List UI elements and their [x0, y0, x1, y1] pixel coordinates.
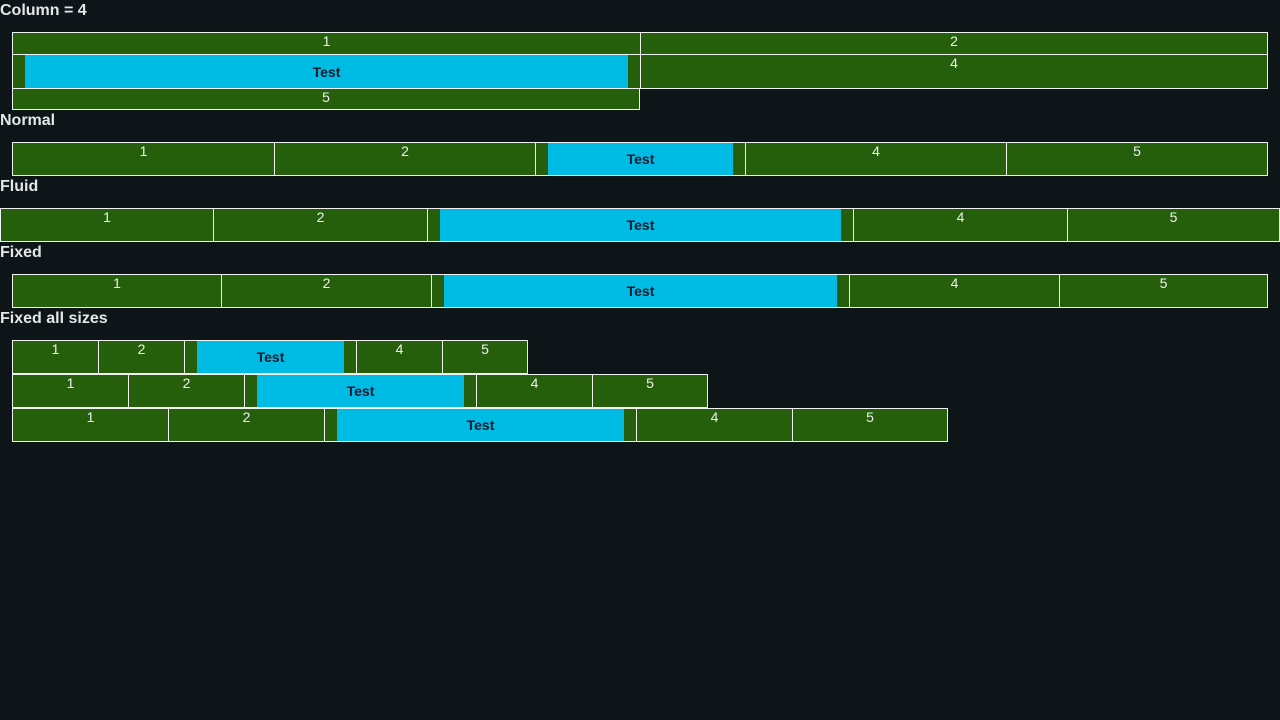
section-title-fixed-all-sizes: Fixed all sizes — [0, 310, 108, 327]
cell-label: 1 — [103, 209, 111, 225]
cell-label: 5 — [1169, 209, 1178, 225]
grid-cell-5: 5 — [1067, 208, 1280, 242]
cell-label: 2 — [401, 143, 409, 159]
cell-label: 2 — [950, 33, 958, 49]
cell-label: 5 — [866, 409, 874, 425]
grid-cell-2: 2 — [128, 374, 245, 408]
grid-cell-5: 5 — [1059, 274, 1268, 308]
grid-cell-3: Test — [431, 274, 850, 308]
grid-cell-4: 4 — [853, 208, 1068, 242]
cell-label: 4 — [872, 143, 880, 159]
grid-cell-1: 1 — [12, 32, 641, 55]
cell-label: 5 — [322, 89, 330, 105]
test-block: Test — [440, 209, 841, 241]
section-title-normal: Normal — [0, 112, 56, 129]
cell-label: 2 — [137, 341, 146, 357]
cell-label: 1 — [322, 33, 331, 49]
cell-label: 4 — [710, 409, 719, 425]
grid-cell-3: Test — [324, 408, 637, 442]
cell-label: 2 — [182, 375, 191, 391]
grid-cell-5: 5 — [792, 408, 948, 442]
grid-cell-1: 1 — [12, 408, 169, 442]
grid-cell-4: 4 — [356, 340, 443, 374]
test-block: Test — [444, 275, 837, 307]
grid-cell-1: 1 — [0, 208, 214, 242]
grid-cell-3: Test — [535, 142, 746, 176]
grid-cell-4: 4 — [640, 54, 1268, 89]
cell-label: 5 — [1133, 143, 1141, 159]
cell-label: 4 — [530, 375, 539, 391]
cell-label: 5 — [646, 375, 654, 391]
grid-cell-2: 2 — [98, 340, 185, 374]
grid-cell-5: 5 — [1006, 142, 1268, 176]
grid-cell-1: 1 — [12, 340, 99, 374]
grid-cell-2: 2 — [274, 142, 536, 176]
cell-label: 4 — [950, 55, 958, 71]
grid-cell-3: Test — [427, 208, 854, 242]
cell-label: 4 — [395, 341, 404, 357]
cell-label: 2 — [242, 409, 251, 425]
grid-cell-5: 5 — [592, 374, 708, 408]
grid-cell-4: 4 — [745, 142, 1007, 176]
grid-cell-4: 4 — [849, 274, 1060, 308]
section-title-fluid: Fluid — [0, 178, 39, 195]
cell-label: 1 — [66, 375, 75, 391]
grid-cell-3: Test — [244, 374, 477, 408]
grid-cell-4: 4 — [476, 374, 593, 408]
grid-cell-1: 1 — [12, 274, 222, 308]
grid-cell-2: 2 — [221, 274, 432, 308]
test-block: Test — [25, 55, 628, 88]
section-title-fixed: Fixed — [0, 244, 42, 261]
grid-cell-2: 2 — [213, 208, 428, 242]
test-block: Test — [548, 143, 733, 175]
grid-cell-2: 2 — [640, 32, 1268, 55]
grid-cell-1: 1 — [12, 142, 275, 176]
section-title-column-4: Column = 4 — [0, 2, 87, 19]
grid-cell-5: 5 — [12, 88, 640, 110]
grid-cell-3: Test — [12, 54, 641, 89]
grid-cell-5: 5 — [442, 340, 528, 374]
grid-cell-3: Test — [184, 340, 357, 374]
cell-label: 5 — [481, 341, 489, 357]
cell-label: 2 — [322, 275, 331, 291]
cell-label: 2 — [316, 209, 325, 225]
cell-label: 1 — [51, 341, 60, 357]
cell-label: 1 — [113, 275, 121, 291]
cell-label: 1 — [139, 143, 148, 159]
cell-label: 1 — [86, 409, 95, 425]
cell-label: 5 — [1159, 275, 1168, 291]
test-block: Test — [197, 341, 344, 373]
test-block: Test — [337, 409, 624, 441]
grid-cell-2: 2 — [168, 408, 325, 442]
grid-cell-4: 4 — [636, 408, 793, 442]
grid-cell-1: 1 — [12, 374, 129, 408]
test-block: Test — [257, 375, 464, 407]
cell-label: 4 — [950, 275, 959, 291]
cell-label: 4 — [956, 209, 965, 225]
